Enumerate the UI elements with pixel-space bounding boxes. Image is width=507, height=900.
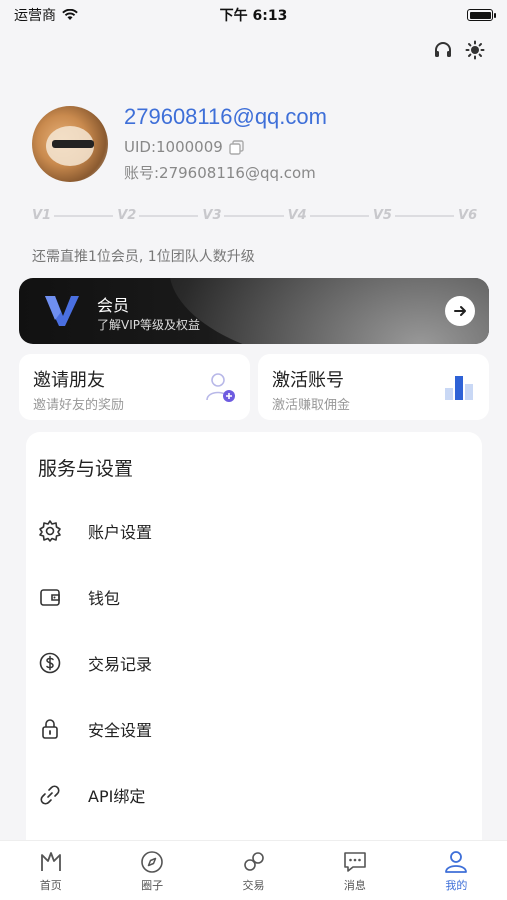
vip-banner-subtitle: 了解VIP等级及权益: [97, 318, 200, 332]
vip-level-6: V6: [458, 208, 478, 223]
battery-icon: [467, 9, 496, 21]
vip-banner[interactable]: 会员 了解VIP等级及权益: [19, 278, 489, 344]
status-left: 运营商: [14, 5, 78, 25]
uid-row: UID:1000009: [124, 138, 327, 156]
menu-item-security[interactable]: 安全设置: [26, 704, 482, 754]
tab-label: 首页: [39, 879, 62, 892]
vip-level-2: V2: [117, 208, 137, 223]
vip-divider: [224, 214, 284, 217]
arrow-right-icon[interactable]: [445, 296, 475, 326]
menu-label: 交易记录: [88, 655, 153, 674]
menu-label: 钱包: [88, 589, 121, 608]
moon-graphic: [169, 278, 489, 344]
sun-icon[interactable]: [465, 40, 485, 60]
link-icon: [40, 785, 60, 805]
tab-bar: 首页 圈子 交易 消息 我的: [0, 840, 507, 900]
status-time: 下午 6:13: [219, 8, 288, 24]
tab-trade[interactable]: 交易: [203, 841, 304, 900]
profile-icon: [445, 851, 468, 873]
menu-label: API绑定: [88, 787, 146, 806]
uid-text: UID:1000009: [124, 138, 223, 156]
vip-divider: [54, 214, 114, 217]
trade-icon: [243, 852, 264, 871]
vip-divider: [309, 214, 369, 217]
wifi-icon: [62, 9, 78, 20]
tab-messages[interactable]: 消息: [304, 841, 405, 900]
upgrade-hint: 还需直推1位会员, 1位团队人数升级: [32, 249, 255, 265]
vip-banner-title: 会员: [97, 296, 130, 315]
gear-icon: [39, 520, 61, 542]
carrier-label: 运营商: [14, 8, 56, 24]
bar-chart-icon: [445, 376, 473, 400]
menu-item-transactions[interactable]: 交易记录: [26, 638, 482, 688]
account-text: 账号:279608116@qq.com: [124, 164, 316, 182]
action-cards: 邀请朋友 邀请好友的奖励 激活账号 激活赚取佣金: [19, 354, 489, 420]
tab-profile[interactable]: 我的: [406, 841, 507, 900]
tab-label: 消息: [343, 879, 366, 892]
services-panel: 服务与设置 账户设置 钱包 交易记录 安全设置 API绑定: [26, 432, 482, 852]
top-icons: [433, 40, 485, 60]
vip-logo-icon: [45, 296, 79, 326]
menu-label: 账户设置: [88, 523, 153, 542]
profile-section: 279608116@qq.com UID:1000009 账号:27960811…: [32, 104, 327, 183]
tab-circle[interactable]: 圈子: [101, 841, 202, 900]
vip-divider: [139, 214, 199, 217]
activate-account-card[interactable]: 激活账号 激活赚取佣金: [258, 354, 489, 420]
add-user-icon: [206, 373, 235, 402]
profile-email: 279608116@qq.com: [124, 104, 327, 129]
profile-info: 279608116@qq.com UID:1000009 账号:27960811…: [124, 104, 327, 183]
tab-label: 我的: [445, 879, 468, 892]
home-icon: [40, 852, 61, 871]
invite-friends-card[interactable]: 邀请朋友 邀请好友的奖励: [19, 354, 250, 420]
avatar[interactable]: [32, 105, 108, 182]
copy-icon[interactable]: [229, 139, 244, 155]
tab-label: 交易: [242, 879, 265, 892]
vip-level-4: V4: [287, 208, 307, 223]
vip-level-5: V5: [372, 208, 392, 223]
vip-level-1: V1: [32, 208, 52, 223]
vip-level-3: V3: [202, 208, 222, 223]
menu-item-api-binding[interactable]: API绑定: [26, 770, 482, 820]
dollar-icon: [39, 652, 61, 674]
wallet-icon: [40, 589, 60, 606]
vip-divider: [394, 214, 455, 217]
vip-level-track: V1 V2 V3 V4 V5 V6: [32, 208, 478, 223]
message-icon: [344, 852, 366, 872]
menu-label: 安全设置: [88, 721, 153, 740]
menu-item-wallet[interactable]: 钱包: [26, 572, 482, 622]
compass-icon: [141, 851, 163, 873]
tab-label: 圈子: [141, 879, 164, 892]
services-title: 服务与设置: [38, 458, 134, 480]
tab-home[interactable]: 首页: [0, 841, 101, 900]
lock-icon: [42, 719, 58, 739]
status-bar: 运营商 下午 6:13: [0, 0, 507, 30]
menu-item-account-settings[interactable]: 账户设置: [26, 506, 482, 556]
headset-icon[interactable]: [433, 40, 453, 60]
